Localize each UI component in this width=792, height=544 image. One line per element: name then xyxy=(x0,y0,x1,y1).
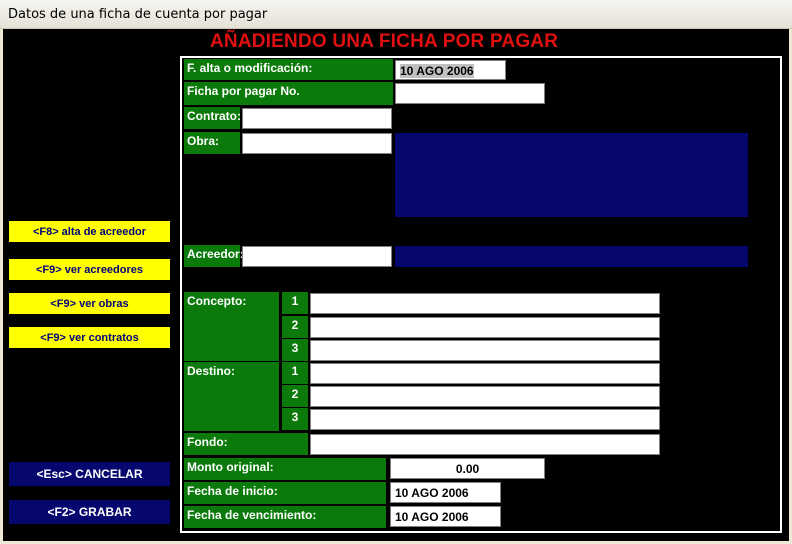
acreedor-label: Acreedor: xyxy=(184,245,244,267)
acreedor-info-box xyxy=(395,246,748,267)
window-titlebar: Datos de una ficha de cuenta por pagar xyxy=(0,0,792,29)
view-contracts-button[interactable]: <F9> ver contratos xyxy=(9,327,170,348)
monto-field[interactable]: 0.00 xyxy=(390,458,545,479)
contrato-label: Contrato: xyxy=(184,107,241,129)
cancel-button[interactable]: <Esc> CANCELAR xyxy=(9,462,170,486)
concepto-line-number: 1 xyxy=(282,292,308,314)
fecha-alta-value: 10 AGO 2006 xyxy=(400,64,474,78)
concepto-line-2-field[interactable] xyxy=(310,317,660,338)
view-creditors-button[interactable]: <F9> ver acreedores xyxy=(9,259,170,280)
monto-label: Monto original: xyxy=(184,458,386,480)
obra-info-box xyxy=(395,133,748,217)
destino-line-2-field[interactable] xyxy=(310,386,660,407)
form-heading: AÑADIENDO UNA FICHA POR PAGAR xyxy=(210,31,559,52)
concepto-line-1-field[interactable] xyxy=(310,293,660,314)
fondo-label: Fondo: xyxy=(184,433,308,455)
contrato-field[interactable] xyxy=(242,108,392,129)
concepto-line-number: 2 xyxy=(282,316,308,338)
fecha-alta-label: F. alta o modificación: xyxy=(184,59,393,80)
concepto-label: Concepto: xyxy=(184,292,279,361)
fondo-field[interactable] xyxy=(310,434,660,455)
destino-line-1-field[interactable] xyxy=(310,363,660,384)
ficha-no-label: Ficha por pagar No. xyxy=(184,82,393,105)
destino-line-3-field[interactable] xyxy=(310,409,660,430)
obra-field[interactable] xyxy=(242,133,392,154)
ficha-no-field[interactable] xyxy=(395,83,545,104)
fecha-inicio-label: Fecha de inicio: xyxy=(184,482,386,504)
obra-label: Obra: xyxy=(184,132,240,154)
destino-line-number: 1 xyxy=(282,362,308,384)
destino-label: Destino: xyxy=(184,362,279,431)
concepto-line-3-field[interactable] xyxy=(310,340,660,361)
add-creditor-button[interactable]: <F8> alta de acreedor xyxy=(9,221,170,242)
fecha-inicio-field[interactable]: 10 AGO 2006 xyxy=(390,482,501,503)
concepto-line-number: 3 xyxy=(282,339,308,361)
window-title: Datos de una ficha de cuenta por pagar xyxy=(8,7,268,22)
destino-line-number: 3 xyxy=(282,408,308,430)
save-button[interactable]: <F2> GRABAR xyxy=(9,500,170,524)
destino-line-number: 2 xyxy=(282,385,308,407)
view-works-button[interactable]: <F9> ver obras xyxy=(9,293,170,314)
fecha-alta-field[interactable]: 10 AGO 2006 xyxy=(395,60,506,80)
fecha-vencimiento-field[interactable]: 10 AGO 2006 xyxy=(390,506,501,527)
fecha-vencimiento-label: Fecha de vencimiento: xyxy=(184,506,386,528)
acreedor-field[interactable] xyxy=(242,246,392,267)
